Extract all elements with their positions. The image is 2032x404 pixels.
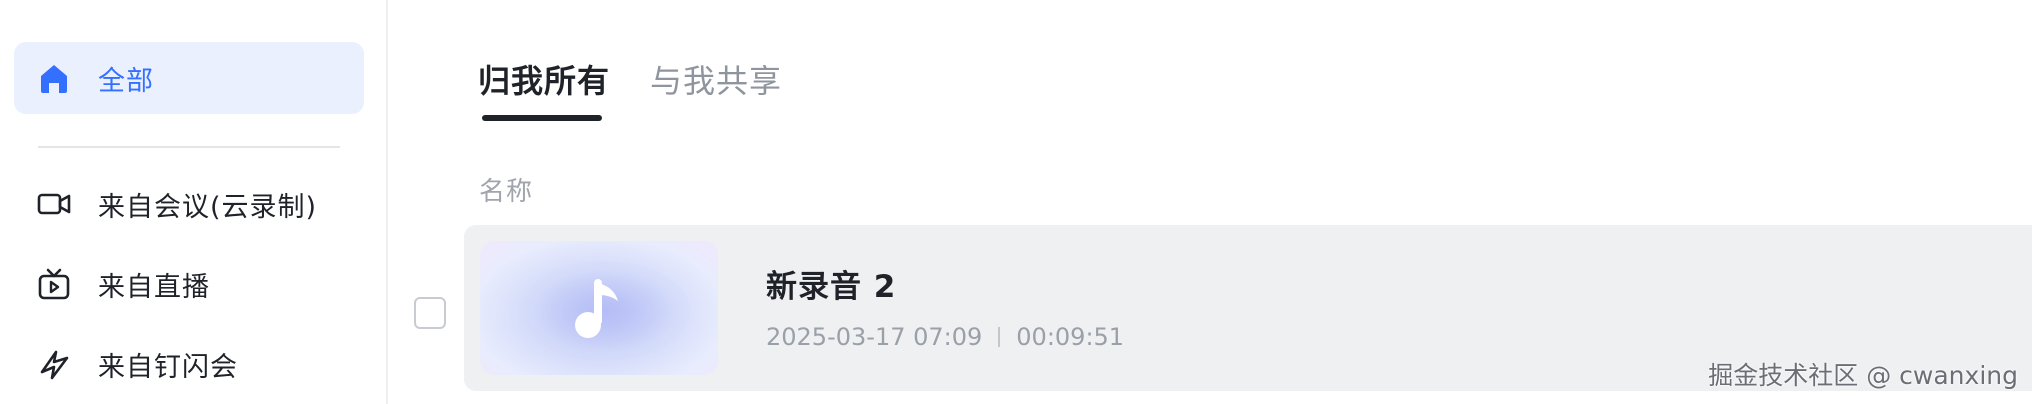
sidebar: 全部 来自会议(云录制) 来自直播 来自钉闪会	[0, 0, 388, 404]
sidebar-item-label: 来自会议(云录制)	[98, 191, 318, 223]
row-checkbox[interactable]	[414, 297, 446, 329]
sidebar-item-label: 全部	[98, 65, 154, 97]
sidebar-divider	[38, 146, 340, 148]
tv-icon	[38, 268, 70, 300]
meta-separator	[998, 327, 1001, 347]
tab-shared[interactable]: 与我共享	[650, 56, 782, 102]
column-header-name: 名称	[479, 177, 534, 207]
sidebar-item-label: 来自钉闪会	[98, 351, 238, 383]
sidebar-item-label: 来自直播	[98, 271, 210, 303]
recording-duration: 00:09:51	[1016, 323, 1125, 351]
music-note-icon	[575, 279, 618, 338]
tab-owned[interactable]: 归我所有	[478, 56, 610, 102]
recording-meta: 2025-03-17 07:09 00:09:51	[766, 323, 1124, 351]
recording-name: 新录音 2	[766, 269, 897, 305]
sidebar-item-all[interactable]: 全部	[14, 42, 364, 114]
sidebar-item-live[interactable]: 来自直播	[14, 248, 364, 320]
recording-thumbnail	[480, 241, 718, 375]
home-icon	[41, 65, 67, 93]
sidebar-item-flash-meeting[interactable]: 来自钉闪会	[14, 328, 364, 400]
sidebar-item-meeting[interactable]: 来自会议(云录制)	[14, 168, 364, 240]
recording-datetime: 2025-03-17 07:09	[766, 323, 983, 351]
watermark: 掘金技术社区 @ cwanxing	[1708, 361, 2018, 390]
flash-meeting-icon	[40, 350, 69, 380]
tab-active-indicator	[482, 115, 602, 121]
video-camera-icon	[37, 193, 71, 215]
